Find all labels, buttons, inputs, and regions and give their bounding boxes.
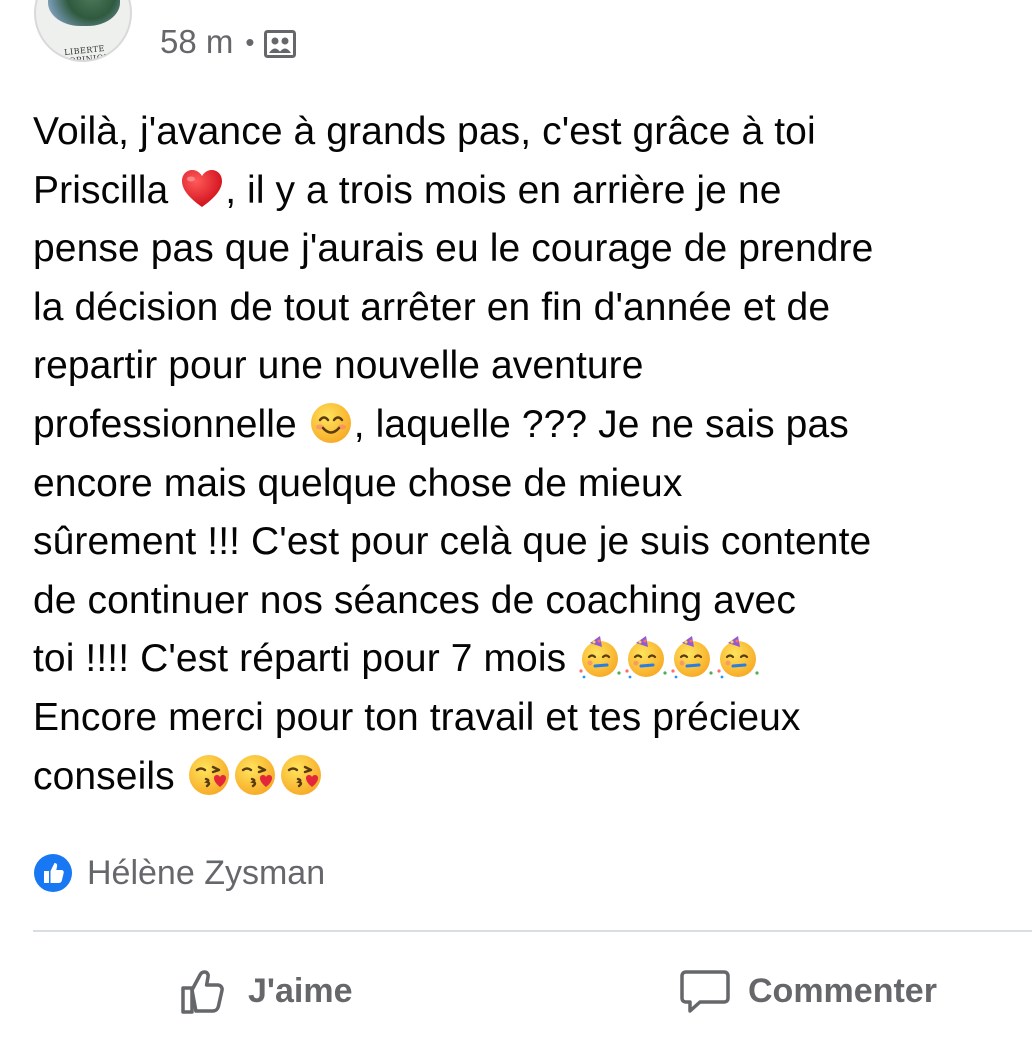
post-text-segment: encore mais quelque chose de mieux xyxy=(33,461,683,505)
post-text-line: Encore merci pour ton travail et tes pré… xyxy=(33,689,1023,748)
post-text-segment: Priscilla xyxy=(33,168,180,212)
smile-emoji-icon xyxy=(309,401,353,445)
like-button[interactable]: J'aime xyxy=(178,958,353,1024)
heart-emoji-icon xyxy=(180,167,224,211)
thumbs-up-icon xyxy=(181,970,224,1014)
avatar[interactable]: LIBERTE D'OPINION xyxy=(34,0,132,62)
post-text-segment: sûrement !!! C'est pour celà que je suis… xyxy=(33,520,872,564)
meta-separator: • xyxy=(245,26,255,57)
like-badge-icon xyxy=(34,854,72,892)
avatar-photo xyxy=(48,0,120,26)
post-text-line: la décision de tout arrêter en fin d'ann… xyxy=(33,279,1023,338)
post-text-line: Voilà, j'avance à grands pas, c'est grâc… xyxy=(33,103,1023,162)
post-text-segment: toi !!!! C'est réparti pour 7 mois xyxy=(33,637,578,681)
post-text-segment: repartir pour une nouvelle aventure xyxy=(33,344,644,388)
party-emoji-icon xyxy=(578,635,622,679)
post-text-segment: professionnelle xyxy=(33,402,308,446)
group-icon xyxy=(264,28,297,58)
party-emoji-icon xyxy=(670,635,714,679)
post-text-segment: , il y a trois mois en arrière je ne xyxy=(225,168,782,212)
post-text: Voilà, j'avance à grands pas, c'est grâc… xyxy=(33,103,1023,806)
post-text-line: toi !!!! C'est réparti pour 7 mois xyxy=(33,630,1023,689)
post-meta: 58 m • xyxy=(160,20,297,64)
post-text-segment: pense pas que j'aurais eu le courage de … xyxy=(33,227,874,271)
post-text-segment: conseils xyxy=(33,754,186,798)
divider xyxy=(33,930,1032,932)
post-text-line: professionnelle , laquelle ??? Je ne sai… xyxy=(33,396,1023,455)
post-text-line: encore mais quelque chose de mieux xyxy=(33,455,1023,514)
post-text-segment: de continuer nos séances de coaching ave… xyxy=(33,578,796,622)
kiss-emoji-icon xyxy=(279,753,323,797)
liked-by-name[interactable]: Hélène Zysman xyxy=(87,854,325,893)
post-text-line: repartir pour une nouvelle aventure xyxy=(33,337,1023,396)
post-text-segment: Voilà, j'avance à grands pas, c'est grâc… xyxy=(33,110,816,153)
like-button-label: J'aime xyxy=(248,971,353,1010)
post-time[interactable]: 58 m xyxy=(160,23,233,61)
reactions-summary[interactable]: Hélène Zysman xyxy=(33,853,325,893)
facebook-comment-card: LIBERTE D'OPINION 58 m • Voilà, j'avance… xyxy=(0,0,1032,1044)
kiss-emoji-icon xyxy=(187,753,231,797)
post-text-line: Priscilla , il y a trois mois en arrière… xyxy=(33,162,1023,221)
post-text-segment: , laquelle ??? Je ne sais pas xyxy=(353,402,849,446)
kiss-emoji-icon xyxy=(233,753,277,797)
post-text-line: de continuer nos séances de coaching ave… xyxy=(33,572,1023,631)
post-text-line: sûrement !!! C'est pour celà que je suis… xyxy=(33,513,1023,572)
party-emoji-icon xyxy=(624,635,668,679)
post-text-segment: la décision de tout arrêter en fin d'ann… xyxy=(33,285,831,329)
post-text-segment: Encore merci pour ton travail et tes pré… xyxy=(33,695,801,739)
action-bar: J'aime Commenter xyxy=(0,958,1032,1024)
comment-bubble-icon xyxy=(680,970,730,1013)
post-text-line: conseils xyxy=(33,748,1023,807)
avatar-caption: LIBERTE D'OPINION xyxy=(59,43,112,62)
comment-button-label: Commenter xyxy=(748,971,937,1010)
party-emoji-icon xyxy=(716,635,760,679)
comment-button[interactable]: Commenter xyxy=(678,958,937,1024)
post-text-line: pense pas que j'aurais eu le courage de … xyxy=(33,220,1023,279)
